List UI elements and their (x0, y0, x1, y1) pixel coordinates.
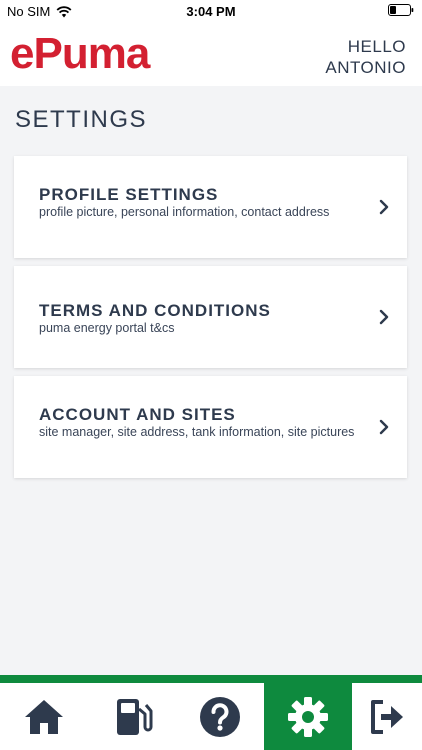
card-subtitle: profile picture, personal information, c… (39, 205, 330, 219)
help-icon (200, 696, 240, 737)
battery-icon (388, 4, 414, 16)
epuma-logo: ePuma (10, 29, 150, 78)
nav-fuel[interactable] (88, 683, 176, 750)
fuel-pump-icon (117, 698, 153, 735)
bottom-navigation (0, 675, 422, 750)
card-subtitle: puma energy portal t&cs (39, 321, 175, 335)
logout-icon (371, 699, 403, 734)
greeting-line-2: ANTONIO (325, 58, 406, 77)
account-and-sites-card[interactable]: ACCOUNT AND SITES site manager, site add… (14, 376, 407, 478)
nav-home[interactable] (0, 683, 88, 750)
page-title: SETTINGS (15, 106, 148, 133)
nav-logout[interactable] (352, 683, 422, 750)
chevron-right-icon (379, 309, 389, 325)
nav-help[interactable] (176, 683, 264, 750)
status-time: 3:04 PM (186, 4, 236, 19)
nav-settings[interactable] (264, 683, 352, 750)
home-icon (25, 699, 63, 734)
settings-icon (288, 696, 328, 737)
card-title: PROFILE SETTINGS (39, 185, 219, 204)
chevron-right-icon (379, 199, 389, 215)
app-header: ePuma HELLO ANTONIO (0, 22, 422, 86)
terms-and-conditions-card[interactable]: TERMS AND CONDITIONS puma energy portal … (14, 266, 407, 368)
card-title: TERMS AND CONDITIONS (39, 301, 271, 320)
profile-settings-card[interactable]: PROFILE SETTINGS profile picture, person… (14, 156, 407, 258)
card-subtitle: site manager, site address, tank informa… (39, 425, 355, 439)
chevron-right-icon (379, 419, 389, 435)
greeting-line-1: HELLO (347, 37, 406, 56)
card-title: ACCOUNT AND SITES (39, 405, 236, 424)
user-greeting: HELLO ANTONIO (325, 36, 406, 78)
status-right (388, 4, 414, 19)
status-bar: No SIM 3:04 PM (0, 0, 422, 22)
